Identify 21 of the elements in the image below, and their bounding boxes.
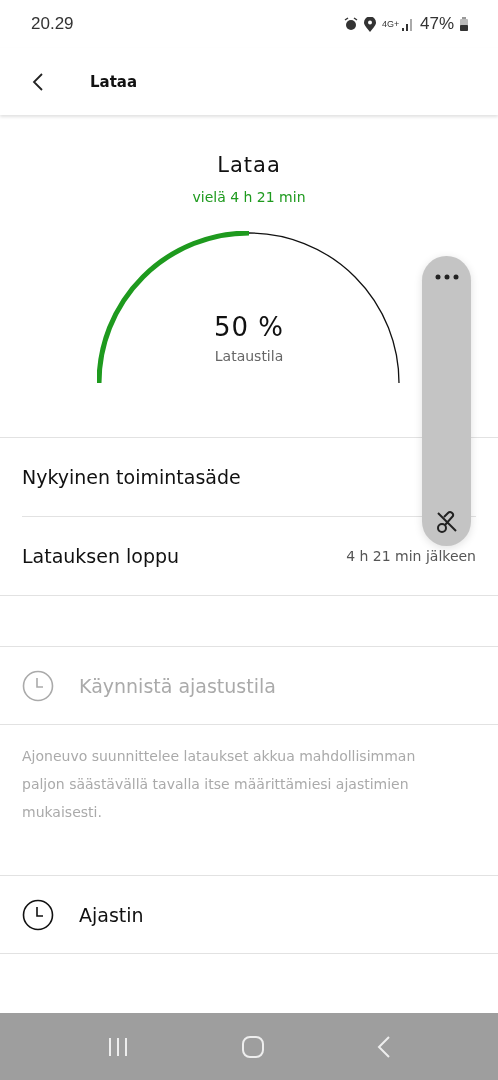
clock-icon — [22, 898, 54, 931]
battery-icon — [460, 17, 468, 31]
signal-icon — [401, 17, 414, 31]
timer-mode-description: Ajoneuvo suunnittelee lataukset akkua mahdollisimman paljon säästävällä tavalla itse määrittämiesi ajastimien mukaisesti. — [0, 725, 498, 876]
header-title: Lataa — [90, 72, 138, 91]
battery-percent: 47% — [419, 14, 454, 34]
status-time: 20.29 — [31, 14, 74, 34]
back-button[interactable] — [30, 71, 46, 92]
charge-title: Lataa — [217, 153, 281, 177]
charge-percent: 50 % — [213, 312, 285, 342]
info-value: 4 h 21 min jälkeen — [346, 548, 476, 564]
info-label: Latauksen loppu — [22, 545, 180, 567]
location-icon — [363, 16, 376, 32]
more-button[interactable] — [434, 274, 459, 280]
clock-icon — [22, 669, 54, 702]
charge-caption: Lataustila — [214, 348, 284, 364]
info-label: Nykyinen toimintasäde — [22, 466, 241, 488]
hide-button[interactable] — [434, 510, 459, 534]
alarm-icon — [343, 17, 358, 31]
timer-label[interactable]: Ajastin — [79, 903, 144, 926]
remaining-time: vielä 4 h 21 min — [192, 189, 306, 205]
